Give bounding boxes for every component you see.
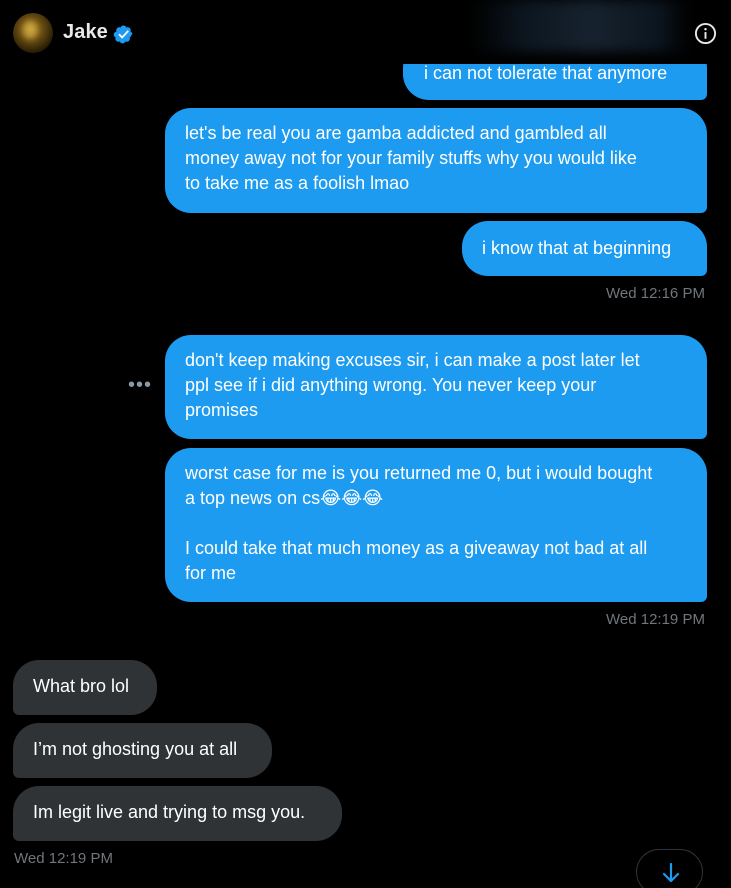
scroll-to-bottom-button[interactable] [636, 849, 703, 888]
info-icon[interactable] [694, 22, 717, 45]
arrow-down-icon [662, 862, 680, 883]
message-outgoing[interactable]: don't keep making excuses sir, i can mak… [165, 335, 707, 439]
message-outgoing[interactable]: i know that at beginning [462, 221, 707, 276]
message-timestamp: Wed 12:19 PM [606, 611, 705, 628]
verified-badge-icon [113, 25, 133, 44]
message-outgoing[interactable]: worst case for me is you returned me 0, … [165, 448, 707, 602]
message-incoming[interactable]: What bro lol [13, 660, 157, 715]
contact-name[interactable]: Jake [63, 21, 108, 44]
redacted-area [470, 0, 690, 52]
message-incoming[interactable]: Im legit live and trying to msg you. [13, 786, 342, 841]
message-timestamp: Wed 12:16 PM [606, 285, 705, 302]
conversation-header: Jake [0, 0, 731, 64]
message-timestamp: Wed 12:19 PM [14, 850, 113, 867]
more-options-icon[interactable]: ••• [128, 375, 152, 395]
message-outgoing[interactable]: let's be real you are gamba addicted and… [165, 108, 707, 213]
avatar[interactable] [13, 13, 53, 53]
dm-conversation: i can not tolerate that anymore let's be… [0, 0, 731, 888]
message-incoming[interactable]: I’m not ghosting you at all [13, 723, 272, 778]
